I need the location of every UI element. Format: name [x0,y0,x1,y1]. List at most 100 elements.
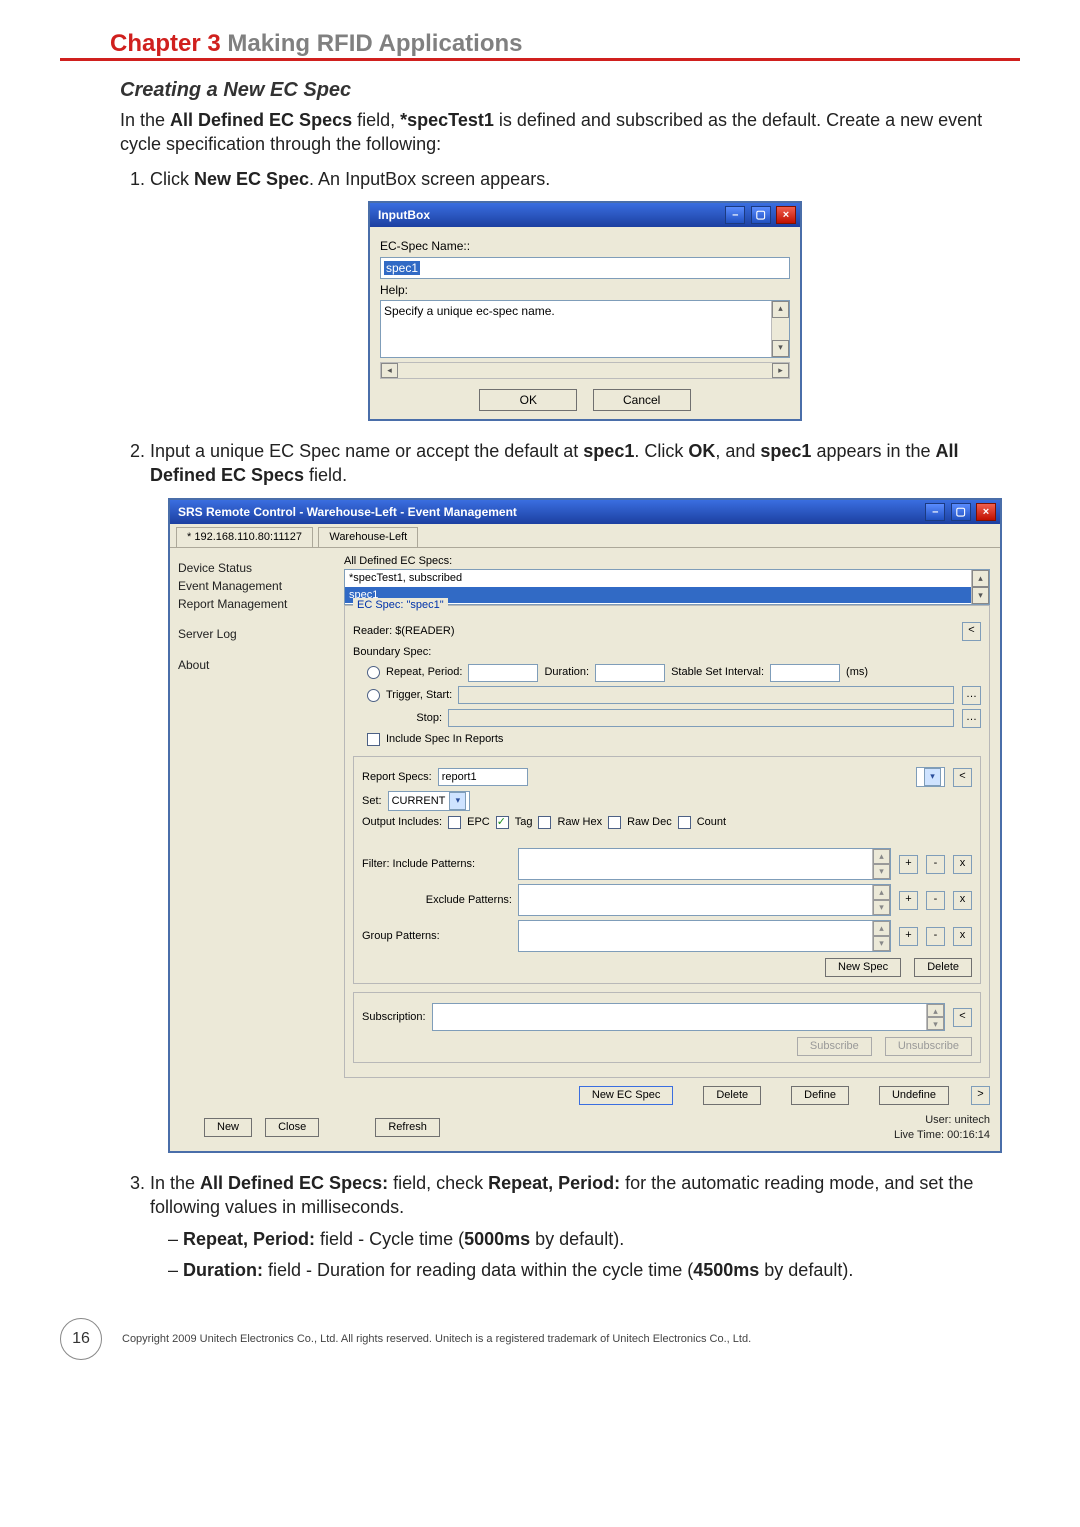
report-specs-input[interactable]: report1 [438,768,528,786]
scrollbar-vertical[interactable]: ▴ ▾ [971,570,989,604]
scrollbar-vertical[interactable]: ▴ ▾ [771,301,789,357]
nav-report-management[interactable]: Report Management [178,596,328,612]
reader-label: Reader: $(READER) [353,624,954,639]
clear-button[interactable]: x [953,855,972,874]
delete-spec-button[interactable]: Delete [914,958,972,977]
maximize-icon[interactable]: ▢ [951,503,971,521]
include-patterns-input[interactable]: ▴▾ [518,848,891,880]
subscription-input[interactable]: ▴▾ [432,1003,945,1031]
inputbox-title: InputBox [378,207,430,223]
add-button[interactable]: + [899,891,918,910]
scroll-down-icon[interactable]: ▾ [972,587,989,604]
srs-title: SRS Remote Control - Warehouse-Left - Ev… [178,504,517,520]
epc-checkbox[interactable] [448,816,461,829]
trigger-radio[interactable] [367,689,380,702]
minimize-icon[interactable]: – [925,503,945,521]
ecspec-name-input[interactable]: spec1 [380,257,790,279]
undefine-button[interactable]: Undefine [879,1086,949,1105]
new-button[interactable]: New [204,1118,252,1137]
ecspec-name-label: EC-Spec Name:: [380,238,790,254]
ecspec-fieldset: EC Spec: "spec1" Reader: $(READER) < Bou… [344,605,990,1078]
tabs-row: * 192.168.110.80:11127 Warehouse-Left [170,524,1000,548]
rawdec-checkbox[interactable] [608,816,621,829]
all-defined-label: All Defined EC Specs: [344,554,990,569]
list-item[interactable]: *specTest1, subscribed [345,570,989,587]
minimize-icon[interactable]: – [725,206,745,224]
step-1: Click New EC Spec. An InputBox screen ap… [150,167,1020,421]
repeat-radio[interactable] [367,666,380,679]
chapter-label: Chapter 3 [110,30,221,57]
remove-button[interactable]: - [926,855,945,874]
exclude-patterns-input[interactable]: ▴▾ [518,884,891,916]
define-button[interactable]: Define [791,1086,849,1105]
nav-server-log[interactable]: Server Log [178,626,328,642]
output-includes-label: Output Includes: [362,815,442,830]
live-time-status: Live Time: 00:16:14 [894,1128,990,1143]
clear-button[interactable]: x [953,927,972,946]
new-spec-button[interactable]: New Spec [825,958,901,977]
tab-warehouse[interactable]: Warehouse-Left [318,527,418,547]
nav-event-management[interactable]: Event Management [178,578,328,594]
add-button[interactable]: + [899,927,918,946]
reader-browse-button[interactable]: < [962,622,981,641]
unsubscribe-button[interactable]: Unsubscribe [885,1037,972,1056]
add-button[interactable]: + [899,855,918,874]
close-icon[interactable]: × [976,503,996,521]
scroll-down-icon[interactable]: ▾ [772,340,789,357]
inputbox-titlebar[interactable]: InputBox – ▢ × [370,203,800,227]
trigger-stop-input [448,709,954,727]
repeat-label: Repeat, Period: [386,665,462,680]
nav-device-status[interactable]: Device Status [178,560,328,576]
ok-button[interactable]: OK [479,389,577,411]
duration-input[interactable] [595,664,665,682]
subscription-fieldset: Subscription: ▴▾ < Subscribe Unsubscribe [353,992,981,1063]
stop-label: Stop: [367,711,442,726]
copyright: Copyright 2009 Unitech Electronics Co., … [122,1333,751,1345]
srs-window: SRS Remote Control - Warehouse-Left - Ev… [168,498,1002,1153]
set-dropdown[interactable]: CURRENT▾ [388,791,471,811]
maximize-icon[interactable]: ▢ [751,206,771,224]
subscribe-button[interactable]: Subscribe [797,1037,872,1056]
page-number: 16 [60,1318,102,1360]
report-specs-dropdown[interactable]: ▾ [916,767,945,787]
trigger-start-input [458,686,954,704]
report-specs-browse[interactable]: < [953,768,972,787]
period-input[interactable] [468,664,538,682]
delete-button[interactable]: Delete [703,1086,761,1105]
nav-about[interactable]: About [178,657,328,673]
report-specs-fieldset: Report Specs: report1 ▾ < Set: [353,756,981,984]
include-spec-checkbox[interactable] [367,733,380,746]
scrollbar-horizontal[interactable]: ◂ ▸ [380,362,790,379]
count-checkbox[interactable] [678,816,691,829]
subscription-browse-button[interactable]: < [953,1008,972,1027]
trigger-stop-browse[interactable]: … [962,709,981,728]
group-patterns-input[interactable]: ▴▾ [518,920,891,952]
scroll-right-icon[interactable]: ▸ [772,363,789,378]
close-button[interactable]: Close [265,1118,319,1137]
scroll-up-icon[interactable]: ▴ [772,301,789,318]
remove-button[interactable]: - [926,891,945,910]
boundary-label: Boundary Spec: [353,645,981,660]
subscription-label: Subscription: [362,1010,426,1025]
clear-button[interactable]: x [953,891,972,910]
left-nav: Device Status Event Management Report Ma… [170,548,336,1151]
scroll-up-icon[interactable]: ▴ [972,570,989,587]
stable-label: Stable Set Interval: [671,665,764,680]
tab-address[interactable]: * 192.168.110.80:11127 [176,527,313,547]
srs-titlebar[interactable]: SRS Remote Control - Warehouse-Left - Ev… [170,500,1000,524]
more-button[interactable]: > [971,1086,990,1105]
include-patterns-label: Filter: Include Patterns: [362,857,512,872]
tag-checkbox[interactable] [496,816,509,829]
trigger-start-browse[interactable]: … [962,686,981,705]
remove-button[interactable]: - [926,927,945,946]
new-ec-spec-button[interactable]: New EC Spec [579,1086,673,1105]
close-icon[interactable]: × [776,206,796,224]
help-label: Help: [380,282,790,298]
refresh-button[interactable]: Refresh [375,1118,440,1137]
chapter-header: Chapter 3 Making RFID Applications [60,30,1020,61]
rawhex-checkbox[interactable] [538,816,551,829]
section-title: Creating a New EC Spec [120,79,1020,102]
scroll-left-icon[interactable]: ◂ [381,363,398,378]
cancel-button[interactable]: Cancel [593,389,691,411]
stable-input[interactable] [770,664,840,682]
